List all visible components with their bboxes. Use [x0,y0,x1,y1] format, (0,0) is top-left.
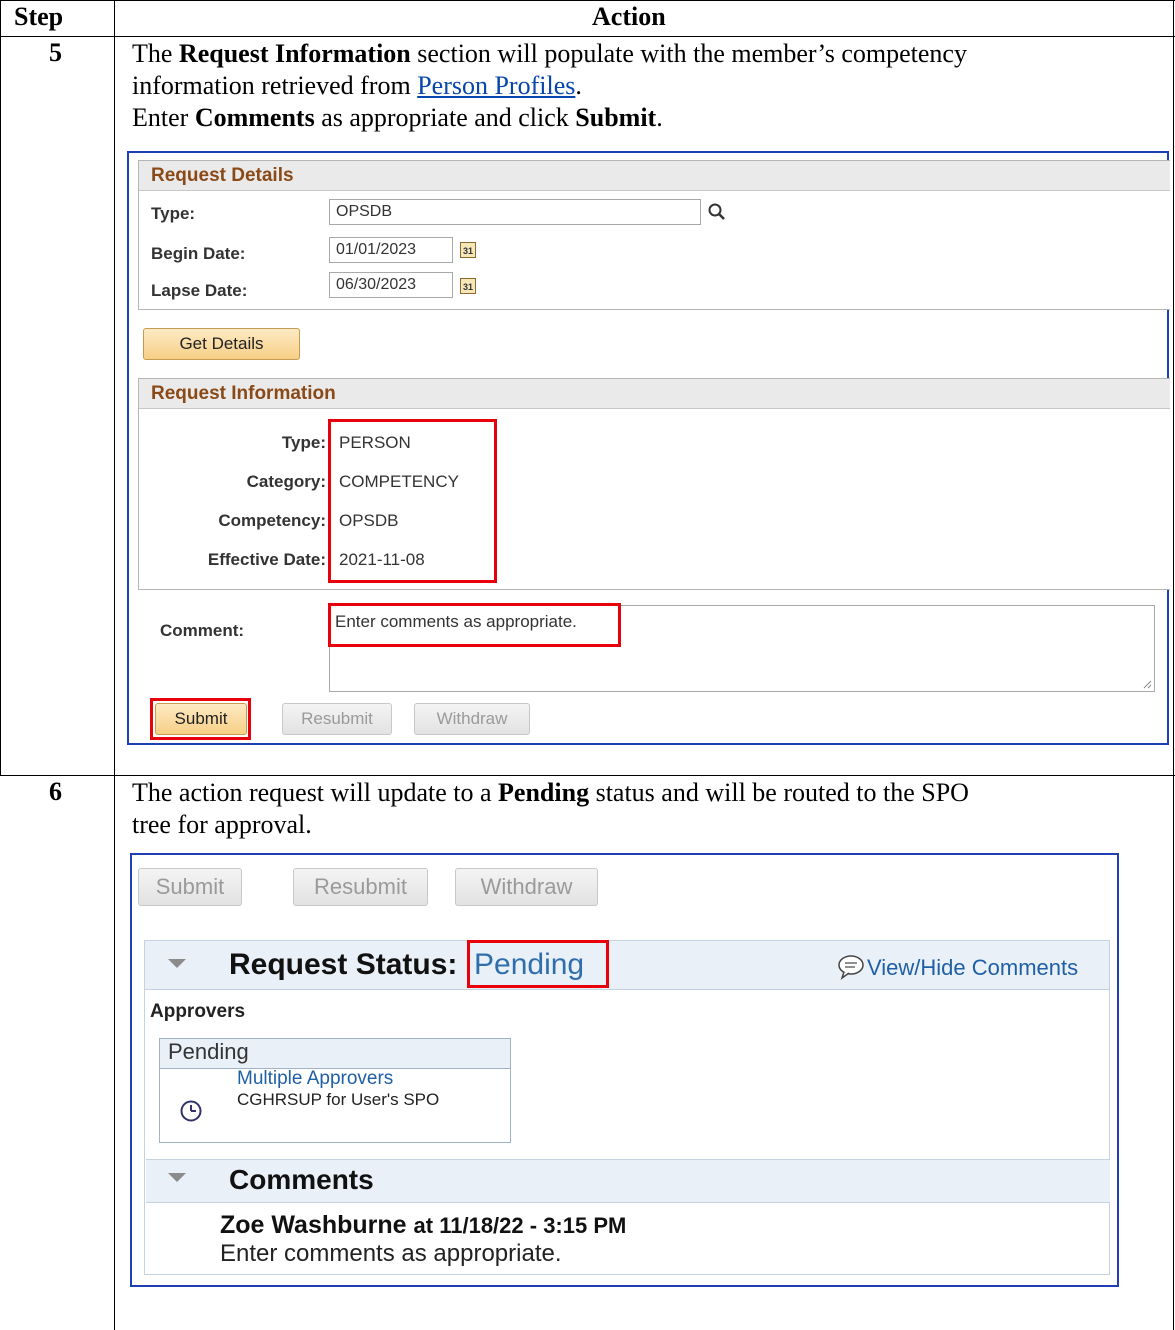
comment-author-line: Zoe Washburne at 11/18/22 - 3:15 PM [220,1211,626,1240]
approver-box-title: Pending [168,1039,249,1064]
type-input[interactable]: OPSDB [329,199,701,225]
type-label: Type: [151,204,196,223]
withdraw-button[interactable]: Withdraw [455,868,598,906]
comment-bubble-icon[interactable] [837,954,865,980]
table-border-top [0,0,1175,1]
highlight-request-information [328,419,497,583]
info-type-label: Type: [281,433,326,452]
search-icon[interactable] [707,202,727,222]
screenshot-request-status: Submit Resubmit Withdraw Request Status:… [130,853,1119,1287]
table-header-divider [0,36,1175,37]
table-border-right [1173,0,1174,1330]
table-column-divider [114,0,115,1330]
request-details-title: Request Details [139,161,1170,191]
highlight-comment [328,603,621,647]
request-details-section: Request Details [138,160,1170,310]
withdraw-button[interactable]: Withdraw [414,703,530,735]
lapse-date-input[interactable]: 06/30/2023 [329,272,453,298]
collapse-triangle-icon[interactable] [168,959,186,968]
comment-time: at 11/18/22 - 3:15 PM [413,1213,627,1238]
header-action: Action [592,2,666,31]
begin-date-input[interactable]: 01/01/2023 [329,237,453,263]
request-information-title: Request Information [139,379,1170,409]
begin-date-label: Begin Date: [151,244,246,263]
highlight-submit [150,698,251,740]
step5-line1: The Request Information section will pop… [132,39,967,68]
resubmit-button[interactable]: Resubmit [282,703,392,735]
header-step: Step [14,2,64,31]
multiple-approvers-link[interactable]: Multiple Approvers [237,1068,393,1090]
comment-label: Comment: [160,621,245,640]
step6-line2: tree for approval. [132,810,312,839]
highlight-pending-status [467,940,609,988]
resubmit-button[interactable]: Resubmit [293,868,428,906]
info-competency-label: Competency: [218,511,326,530]
comment-author: Zoe Washburne [220,1211,407,1239]
resize-handle-icon[interactable] [1142,679,1152,689]
step-number-6: 6 [49,777,62,806]
info-effective-date-label: Effective Date: [207,550,326,569]
step6-line1: The action request will update to a Pend… [132,778,969,807]
table-row-divider [0,775,1175,776]
table-border-left [0,0,1,775]
comments-title: Comments [229,1164,374,1195]
person-profiles-link[interactable]: Person Profiles [417,71,575,100]
step5-line3: Enter Comments as appropriate and click … [132,103,663,132]
collapse-triangle-icon[interactable] [168,1173,186,1182]
step-number-5: 5 [49,38,62,67]
calendar-icon[interactable]: 31 [460,278,476,294]
lapse-date-label: Lapse Date: [151,281,248,300]
approvers-label: Approvers [150,1001,246,1022]
request-status-title: Request Status: [229,948,458,981]
get-details-button[interactable]: Get Details [143,328,300,360]
view-hide-comments-link[interactable]: View/Hide Comments [867,955,1078,981]
step5-line2: information retrieved from Person Profil… [132,71,582,100]
screenshot-request-form: Request Details Type: OPSDB Begin Date: … [127,151,1170,745]
clock-icon [180,1100,202,1122]
comment-text: Enter comments as appropriate. [220,1240,562,1267]
submit-button[interactable]: Submit [138,868,242,906]
approver-role: CGHRSUP for User's SPO [237,1090,440,1109]
calendar-icon[interactable]: 31 [460,242,476,258]
info-category-label: Category: [246,472,326,491]
